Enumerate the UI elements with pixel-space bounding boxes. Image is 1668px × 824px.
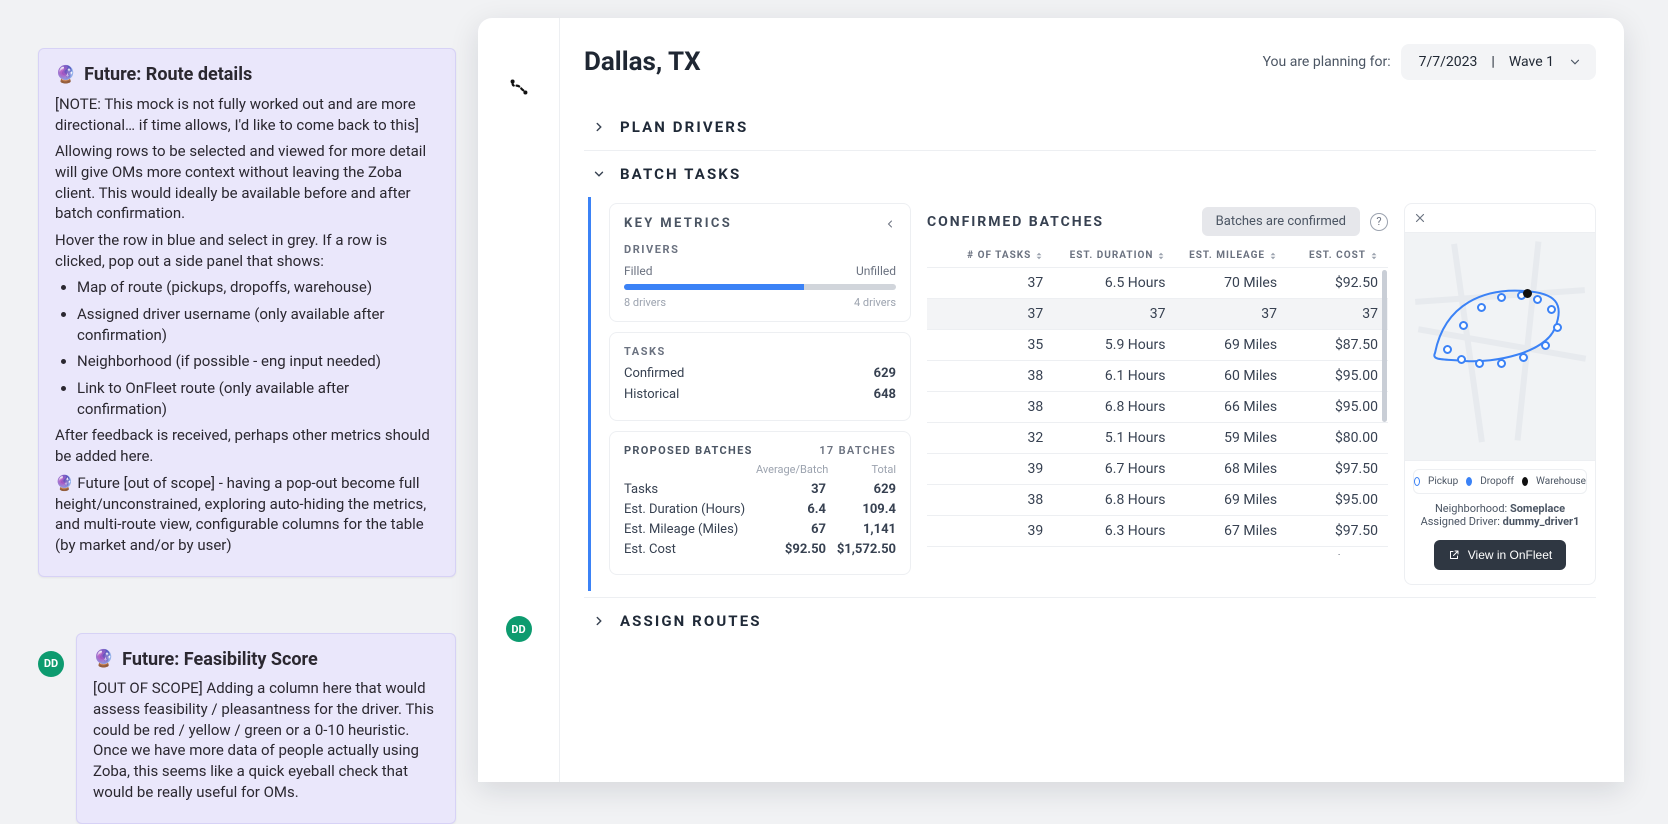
table-row[interactable]: 396.7 Hours68 Miles$97.50 <box>927 454 1388 485</box>
wave-selector[interactable]: 7/7/2023 | Wave 1 <box>1401 44 1596 80</box>
confirmed-value: 629 <box>874 366 896 381</box>
wave-sep: | <box>1491 54 1494 70</box>
driver-line: Assigned Driver: dummy_driver1 <box>1411 515 1589 528</box>
chevron-right-icon <box>592 120 606 134</box>
proposed-count: 17 BATCHES <box>819 444 896 457</box>
filled-count: 8 drivers <box>624 296 666 309</box>
annotation-text: Hover the row in blue and select in grey… <box>55 230 439 271</box>
sort-icon <box>1370 252 1378 260</box>
col-tasks[interactable]: # OF TASKS <box>967 250 1031 261</box>
section-plan-drivers[interactable]: Plan Drivers <box>584 104 1596 150</box>
section-title: Assign Routes <box>620 612 762 630</box>
section-assign-routes[interactable]: Assign Routes <box>584 598 1596 644</box>
external-link-icon <box>1448 549 1460 561</box>
chevron-down-icon <box>1568 55 1582 69</box>
proposed-row: Tasks37629 <box>624 482 896 497</box>
batch-tasks-body: KEY METRICS DRIVERS Filled Unfilled <box>588 197 1596 591</box>
proposed-row: Est. Mileage (Miles)671,141 <box>624 522 896 537</box>
confirmed-batches: CONFIRMED BATCHES Batches are confirmed … <box>927 203 1388 585</box>
legend-warehouse: Warehouse <box>1536 476 1586 487</box>
col-avg: Average/Batch <box>756 463 826 476</box>
annotation-text: [OUT OF SCOPE] Adding a column here that… <box>93 678 439 802</box>
col-total: Total <box>826 463 896 476</box>
section-batch-tasks[interactable]: Batch Tasks <box>584 151 1596 197</box>
historical-value: 648 <box>874 387 896 402</box>
wave-date: 7/7/2023 <box>1419 54 1478 70</box>
section-title: Plan Drivers <box>620 118 748 136</box>
page-title: Dallas, TX <box>584 47 701 77</box>
col-duration[interactable]: EST. DURATION <box>1070 250 1154 261</box>
table-body[interactable]: 376.5 Hours70 Miles$92.5037373737355.9 H… <box>927 267 1388 555</box>
col-mileage[interactable]: EST. MILEAGE <box>1189 250 1265 261</box>
confirmed-label: Confirmed <box>624 366 684 381</box>
col-cost[interactable]: EST. COST <box>1309 250 1366 261</box>
table-row[interactable]: 376.5 Hours59 Miles$92.50 <box>927 547 1388 555</box>
neighborhood-line: Neighborhood: Someplace <box>1411 502 1589 515</box>
annotation-title: Future: Route details <box>84 63 252 88</box>
key-metrics-title: KEY METRICS <box>624 216 732 231</box>
sort-icon <box>1157 252 1165 260</box>
unfilled-count: 4 drivers <box>854 296 896 309</box>
info-icon[interactable]: ? <box>1370 213 1388 231</box>
table-row[interactable]: 396.3 Hours67 Miles$97.50 <box>927 516 1388 547</box>
table-row[interactable]: 386.8 Hours69 Miles$95.00 <box>927 485 1388 516</box>
legend-pickup: Pickup <box>1428 476 1458 487</box>
planning-label: You are planning for: <box>1263 54 1391 70</box>
scrollbar-thumb[interactable] <box>1382 270 1387 422</box>
chevron-down-icon <box>592 167 606 181</box>
chevron-right-icon <box>592 614 606 628</box>
close-icon <box>1413 211 1427 225</box>
annotation-title: Future: Feasibility Score <box>122 648 318 673</box>
view-in-onfleet-button[interactable]: View in OnFleet <box>1434 540 1567 570</box>
table-row[interactable]: 386.1 Hours60 Miles$95.00 <box>927 361 1388 392</box>
map-legend: Pickup Dropoff Warehouse <box>1413 469 1587 494</box>
legend-dropoff: Dropoff <box>1480 476 1514 487</box>
table-row[interactable]: 37373737 <box>927 299 1388 330</box>
annotation-text: 🔮 Future [out of scope] - having a pop-o… <box>55 473 439 556</box>
annotation-bullet: Assigned driver username (only available… <box>77 304 439 345</box>
proposed-row: Est. Duration (Hours)6.4109.4 <box>624 502 896 517</box>
drivers-bar <box>624 284 896 290</box>
proposed-row: Est. Cost$92.50$1,572.50 <box>624 542 896 557</box>
crystal-ball-icon: 🔮 <box>55 64 76 87</box>
filled-label: Filled <box>624 264 653 278</box>
table-row[interactable]: 355.9 Hours69 Miles$87.50 <box>927 330 1388 361</box>
app-card: DD Dallas, TX You are planning for: 7/7/… <box>478 18 1624 782</box>
crystal-ball-icon: 🔮 <box>93 648 114 671</box>
table-row[interactable]: 386.8 Hours66 Miles$95.00 <box>927 392 1388 423</box>
confirmed-title: CONFIRMED BATCHES <box>927 214 1104 230</box>
route-detail-popout: Pickup Dropoff Warehouse Neighborhood: S… <box>1404 203 1596 585</box>
table-row[interactable]: 376.5 Hours70 Miles$92.50 <box>927 268 1388 299</box>
chevron-left-icon[interactable] <box>884 218 896 230</box>
table-row[interactable]: 325.1 Hours59 Miles$80.00 <box>927 423 1388 454</box>
historical-label: Historical <box>624 387 679 402</box>
annotation-bullet: Link to OnFleet route (only available af… <box>77 378 439 419</box>
close-button[interactable] <box>1405 204 1595 232</box>
table-header: # OF TASKS EST. DURATION EST. MILEAGE ES… <box>927 244 1388 267</box>
sort-icon <box>1035 252 1043 260</box>
unfilled-label: Unfilled <box>856 264 896 278</box>
view-label: View in OnFleet <box>1468 548 1553 562</box>
key-metrics-column: KEY METRICS DRIVERS Filled Unfilled <box>609 203 911 585</box>
annotation-text: [NOTE: This mock is not fully worked out… <box>55 94 439 135</box>
proposed-heading: PROPOSED BATCHES <box>624 444 753 457</box>
drivers-heading: DRIVERS <box>624 243 896 256</box>
annotation-card-route-details: 🔮 Future: Route details [NOTE: This mock… <box>38 48 456 577</box>
route-map[interactable] <box>1405 232 1595 461</box>
annotation-text: Allowing rows to be selected and viewed … <box>55 141 439 224</box>
annotation-text: After feedback is received, perhaps othe… <box>55 425 439 466</box>
nav-routes-icon[interactable] <box>500 68 538 106</box>
sort-icon <box>1269 252 1277 260</box>
annotation-bullet: Neighborhood (if possible - eng input ne… <box>77 351 439 372</box>
side-icon-rail: DD <box>478 18 560 782</box>
side-avatar[interactable]: DD <box>506 616 532 642</box>
wave-label: Wave 1 <box>1509 54 1554 70</box>
annotation-avatar: DD <box>38 651 64 677</box>
annotation-column: 🔮 Future: Route details [NOTE: This mock… <box>0 0 478 782</box>
tasks-heading: TASKS <box>624 345 896 358</box>
annotation-card-feasibility: 🔮 Future: Feasibility Score [OUT OF SCOP… <box>76 633 456 824</box>
annotation-bullet: Map of route (pickups, dropoffs, warehou… <box>77 277 439 298</box>
status-pill: Batches are confirmed <box>1202 207 1360 236</box>
section-title: Batch Tasks <box>620 165 741 183</box>
